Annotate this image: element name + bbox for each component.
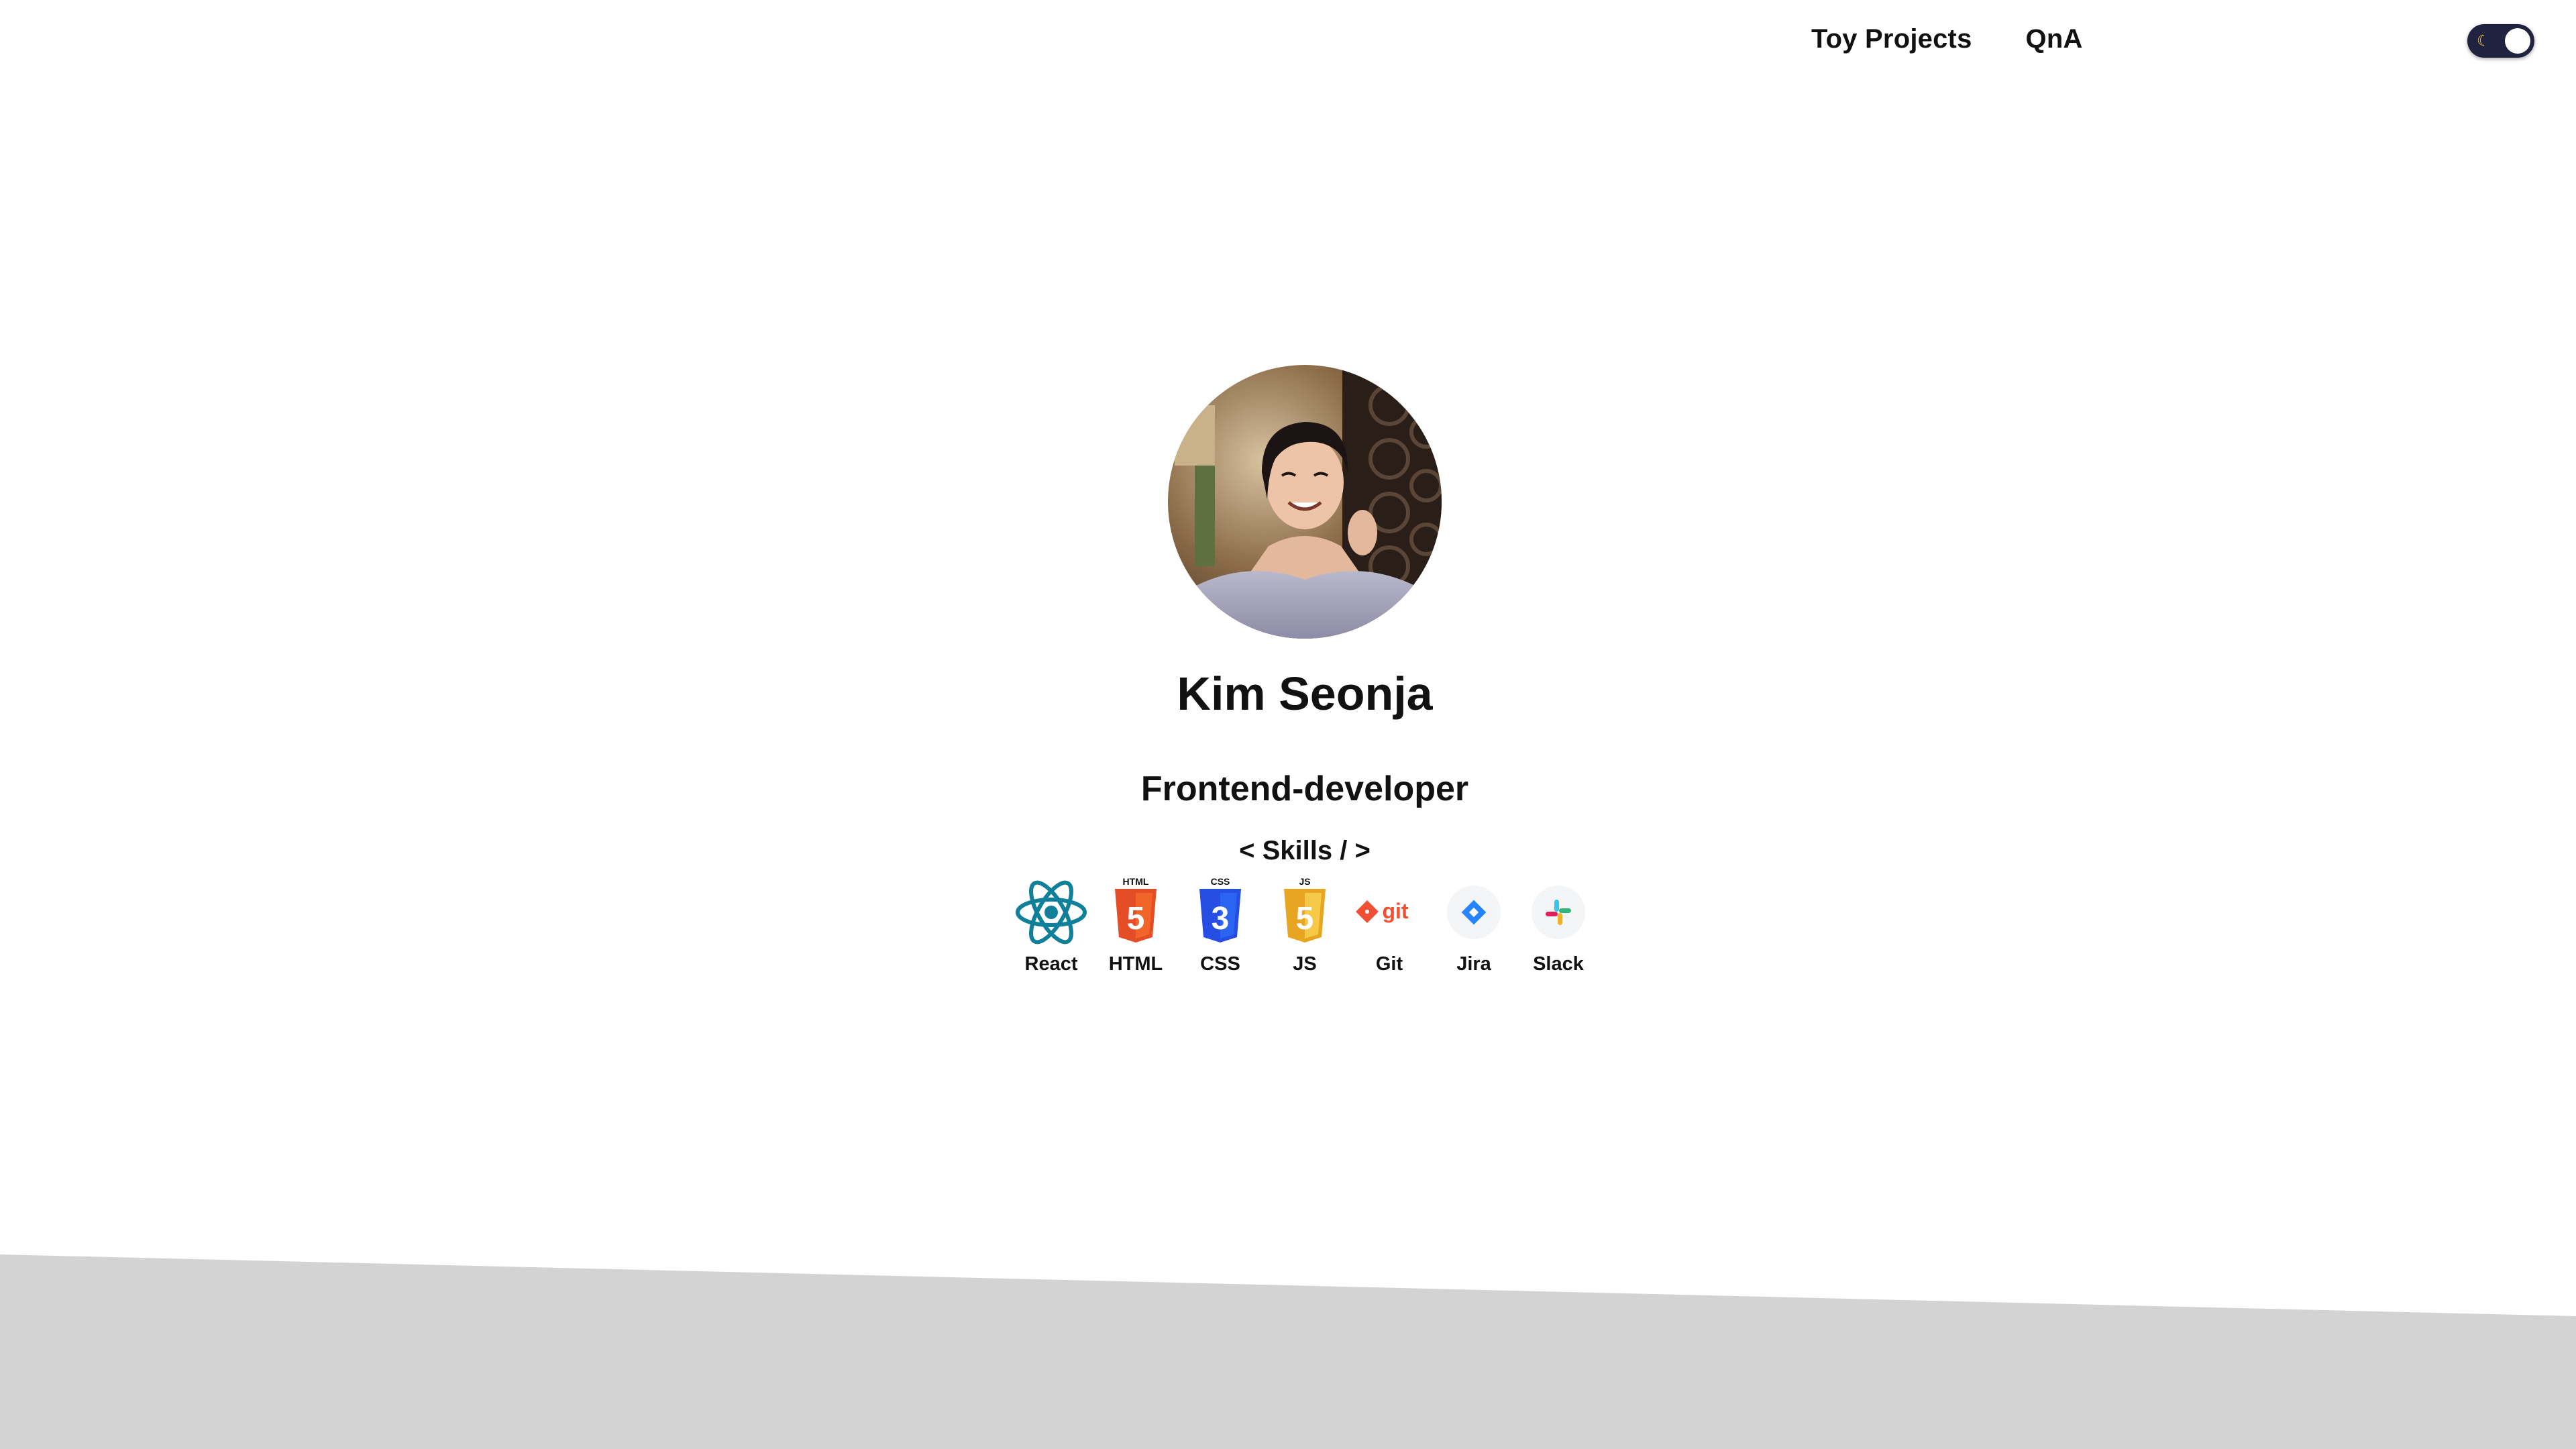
moon-icon: ☾ (2477, 32, 2490, 49)
javascript-icon: JS 5 (1268, 875, 1342, 949)
svg-text:CSS: CSS (1211, 876, 1230, 887)
toggle-knob (2505, 28, 2530, 54)
git-icon: git (1352, 875, 1426, 949)
skills-list: React HTML 5 HTML CSS 3 CSS JS 5 JS git … (1009, 875, 1601, 975)
skills-title: < Skills / > (1239, 836, 1371, 865)
theme-toggle[interactable]: ☾ (2467, 24, 2534, 58)
skill-label-js: JS (1293, 953, 1317, 975)
profile-section: Kim Seonja Frontend-developer < Skills /… (0, 365, 2576, 975)
css3-icon: CSS 3 (1183, 875, 1257, 949)
jira-icon (1437, 875, 1511, 949)
top-nav: Toy Projects QnA (1811, 24, 2083, 54)
skill-css: CSS 3 CSS (1178, 875, 1263, 975)
skill-js: JS 5 JS (1263, 875, 1347, 975)
avatar (1168, 365, 1442, 639)
svg-text:3: 3 (1212, 901, 1230, 936)
svg-text:JS: JS (1299, 876, 1310, 887)
profile-role: Frontend-developer (1140, 769, 1469, 808)
profile-name: Kim Seonja (1177, 667, 1433, 720)
footer-band (0, 1254, 2576, 1449)
skill-jira: Jira (1432, 875, 1516, 975)
skill-label-git: Git (1375, 953, 1403, 975)
html5-icon: HTML 5 (1099, 875, 1173, 949)
svg-text:5: 5 (1296, 901, 1314, 936)
slack-icon (1521, 875, 1595, 949)
svg-text:5: 5 (1127, 901, 1145, 936)
skill-label-react: React (1024, 953, 1078, 975)
skill-label-html: HTML (1108, 953, 1163, 975)
skill-label-slack: Slack (1533, 953, 1584, 975)
nav-link-toy-projects[interactable]: Toy Projects (1811, 24, 1972, 54)
skill-html: HTML 5 HTML (1093, 875, 1178, 975)
nav-link-qna[interactable]: QnA (2026, 24, 2083, 54)
skill-slack: Slack (1516, 875, 1601, 975)
skill-git: git Git (1347, 875, 1432, 975)
skill-label-jira: Jira (1456, 953, 1491, 975)
page: Toy Projects QnA ☾ Kim Seonja Frontend-d… (0, 0, 2576, 1449)
skill-label-css: CSS (1200, 953, 1240, 975)
svg-text:HTML: HTML (1123, 876, 1149, 887)
skill-react: React (1009, 875, 1093, 975)
svg-text:git: git (1382, 899, 1408, 923)
react-icon (1014, 875, 1088, 949)
profile-photo (1168, 365, 1442, 639)
